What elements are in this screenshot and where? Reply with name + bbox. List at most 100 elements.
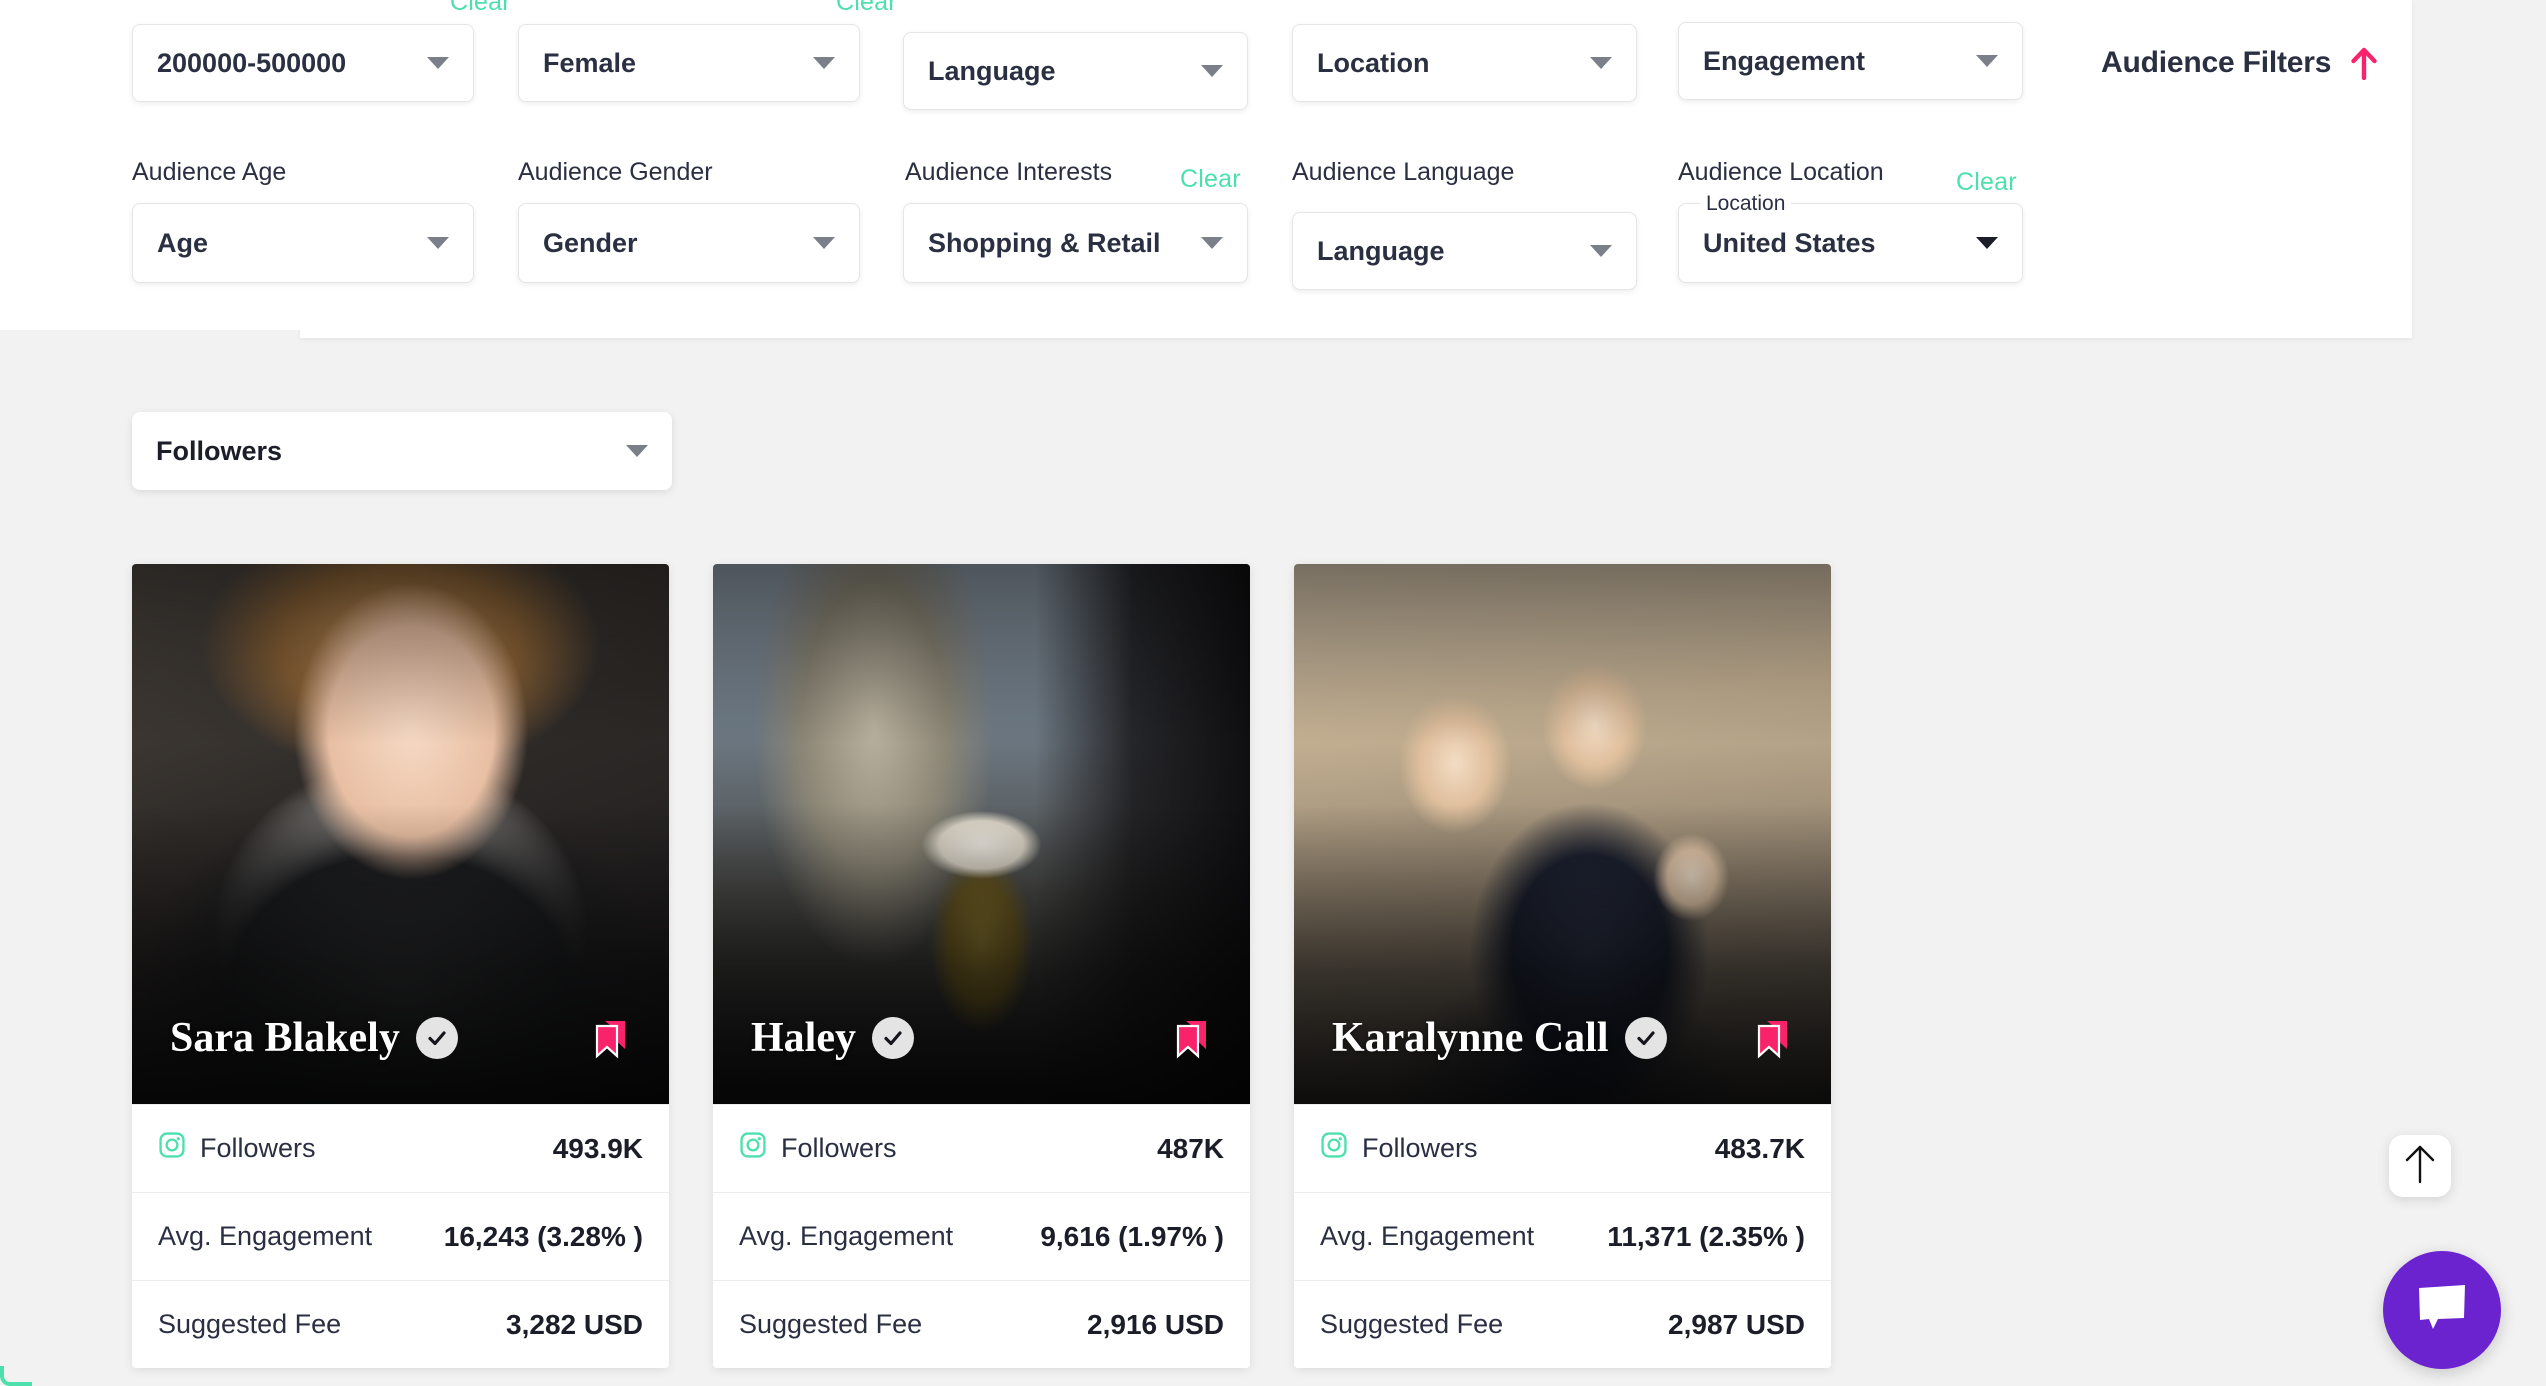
photo-top-gradient	[132, 564, 669, 744]
sort-dropdown[interactable]: Followers	[132, 412, 672, 490]
clear-audience-location[interactable]: Clear	[1956, 168, 2017, 197]
filter-followers-range[interactable]: 200000-500000	[132, 24, 474, 102]
filter-audience-language-value: Language	[1317, 235, 1445, 266]
stat-row-engagement: Avg. Engagement 11,371 (2.35% )	[1294, 1192, 1831, 1280]
filter-audience-language[interactable]: Language	[1292, 212, 1637, 290]
stat-value-followers: 493.9K	[552, 1132, 643, 1164]
stat-label-fee: Suggested Fee	[739, 1309, 923, 1339]
chevron-down-icon	[626, 445, 648, 457]
filter-followers-range-value: 200000-500000	[157, 47, 347, 78]
arrow-up-icon	[2403, 1144, 2437, 1189]
stat-value-followers: 483.7K	[1714, 1132, 1805, 1164]
stat-label-fee: Suggested Fee	[158, 1309, 342, 1339]
stat-value-fee: 2,916 USD	[1087, 1308, 1224, 1340]
sort-dropdown-value: Followers	[156, 435, 283, 466]
stat-row-engagement: Avg. Engagement 16,243 (3.28% )	[132, 1192, 669, 1280]
chevron-down-icon	[1976, 55, 1998, 67]
influencer-name: Haley	[751, 1015, 856, 1061]
filter-audience-location-value: United States	[1703, 227, 1876, 258]
influencer-card[interactable]: Haley Followers 487K Avg. Engagement 9,6…	[713, 564, 1250, 1368]
label-audience-location: Audience Location	[1678, 158, 1884, 186]
filter-engagement[interactable]: Engagement	[1678, 22, 2023, 100]
stat-value-followers: 487K	[1157, 1132, 1224, 1164]
clear-gender[interactable]: Clear	[836, 0, 897, 17]
influencer-photo: Sara Blakely	[132, 564, 669, 1104]
filter-language-value: Language	[928, 55, 1056, 86]
chevron-down-icon	[427, 237, 449, 249]
filter-panel: Clear Clear 200000-500000 Female Languag…	[0, 0, 2412, 330]
stat-row-fee: Suggested Fee 2,916 USD	[713, 1280, 1250, 1368]
float-label-location: Location	[1700, 192, 1792, 216]
label-audience-interests: Audience Interests	[905, 158, 1113, 186]
instagram-icon	[158, 1131, 186, 1166]
stat-row-engagement: Avg. Engagement 9,616 (1.97% )	[713, 1192, 1250, 1280]
verified-badge-icon	[871, 1017, 914, 1059]
filter-audience-age[interactable]: Age	[132, 203, 474, 283]
filter-audience-gender[interactable]: Gender	[518, 203, 860, 283]
stat-value-fee: 3,282 USD	[506, 1308, 643, 1340]
stat-label-followers: Followers	[200, 1133, 316, 1163]
label-audience-language: Audience Language	[1292, 158, 1515, 186]
filter-audience-gender-value: Gender	[543, 227, 638, 258]
influencer-photo: Haley	[713, 564, 1250, 1104]
stat-label-engagement: Avg. Engagement	[739, 1221, 954, 1251]
stat-value-engagement: 9,616 (1.97% )	[1040, 1220, 1224, 1252]
stat-label-engagement: Avg. Engagement	[158, 1221, 373, 1251]
bookmark-icon[interactable]	[1755, 1019, 1793, 1064]
filter-audience-interests[interactable]: Shopping & Retail	[903, 203, 1248, 283]
chat-widget-button[interactable]	[2383, 1251, 2501, 1369]
stat-label-followers: Followers	[1362, 1133, 1478, 1163]
influencer-name-row: Karalynne Call	[1332, 1014, 1667, 1062]
chevron-down-icon	[1201, 237, 1223, 249]
chevron-down-icon	[813, 237, 835, 249]
filter-gender-value: Female	[543, 47, 637, 78]
stat-value-fee: 2,987 USD	[1668, 1308, 1805, 1340]
audience-filters-title: Audience Filters	[2101, 46, 2332, 79]
stat-row-followers: Followers 487K	[713, 1104, 1250, 1192]
chat-bubble-icon	[2414, 1282, 2470, 1339]
verified-badge-icon	[1624, 1017, 1667, 1059]
stat-row-followers: Followers 483.7K	[1294, 1104, 1831, 1192]
arrow-up-icon[interactable]	[2349, 46, 2379, 85]
chevron-down-icon	[1590, 245, 1612, 257]
influencer-photo: Karalynne Call	[1294, 564, 1831, 1104]
filter-location[interactable]: Location	[1292, 24, 1637, 102]
filter-engagement-value: Engagement	[1703, 45, 1866, 76]
instagram-icon	[739, 1131, 767, 1166]
chevron-down-icon	[1590, 57, 1612, 69]
chevron-down-icon	[813, 57, 835, 69]
clear-followers-range[interactable]: Clear	[450, 0, 511, 17]
stat-label-engagement: Avg. Engagement	[1320, 1221, 1535, 1251]
filter-location-value: Location	[1317, 47, 1430, 78]
filter-audience-age-value: Age	[157, 227, 209, 258]
influencer-card[interactable]: Karalynne Call Followers 483.7K Avg. Eng…	[1294, 564, 1831, 1368]
stat-label-followers-group: Followers	[739, 1131, 897, 1166]
bookmark-icon[interactable]	[1174, 1019, 1212, 1064]
photo-top-gradient	[713, 564, 1250, 744]
label-audience-age: Audience Age	[132, 158, 287, 186]
chevron-down-icon	[1201, 65, 1223, 77]
label-audience-gender: Audience Gender	[518, 158, 713, 186]
influencer-name: Sara Blakely	[170, 1015, 400, 1061]
influencer-name: Karalynne Call	[1332, 1015, 1609, 1061]
filter-language[interactable]: Language	[903, 32, 1248, 110]
photo-top-gradient	[1294, 564, 1831, 744]
chevron-down-icon	[427, 57, 449, 69]
corner-accent-decoration	[0, 1366, 32, 1386]
filter-gender[interactable]: Female	[518, 24, 860, 102]
stat-label-followers-group: Followers	[158, 1131, 316, 1166]
stat-row-followers: Followers 493.9K	[132, 1104, 669, 1192]
stat-value-engagement: 16,243 (3.28% )	[443, 1220, 643, 1252]
influencer-name-row: Sara Blakely	[170, 1014, 458, 1062]
clear-audience-interests[interactable]: Clear	[1180, 165, 1241, 194]
bookmark-icon[interactable]	[593, 1019, 631, 1064]
stat-label-fee: Suggested Fee	[1320, 1309, 1504, 1339]
stat-row-fee: Suggested Fee 2,987 USD	[1294, 1280, 1831, 1368]
stat-label-followers: Followers	[781, 1133, 897, 1163]
influencer-card[interactable]: Sara Blakely Followers 493.9K Avg. Engag…	[132, 564, 669, 1368]
influencer-name-row: Haley	[751, 1014, 914, 1062]
instagram-icon	[1320, 1131, 1348, 1166]
filter-audience-interests-value: Shopping & Retail	[928, 227, 1161, 258]
scroll-to-top-button[interactable]	[2389, 1135, 2451, 1197]
verified-badge-icon	[415, 1017, 458, 1059]
